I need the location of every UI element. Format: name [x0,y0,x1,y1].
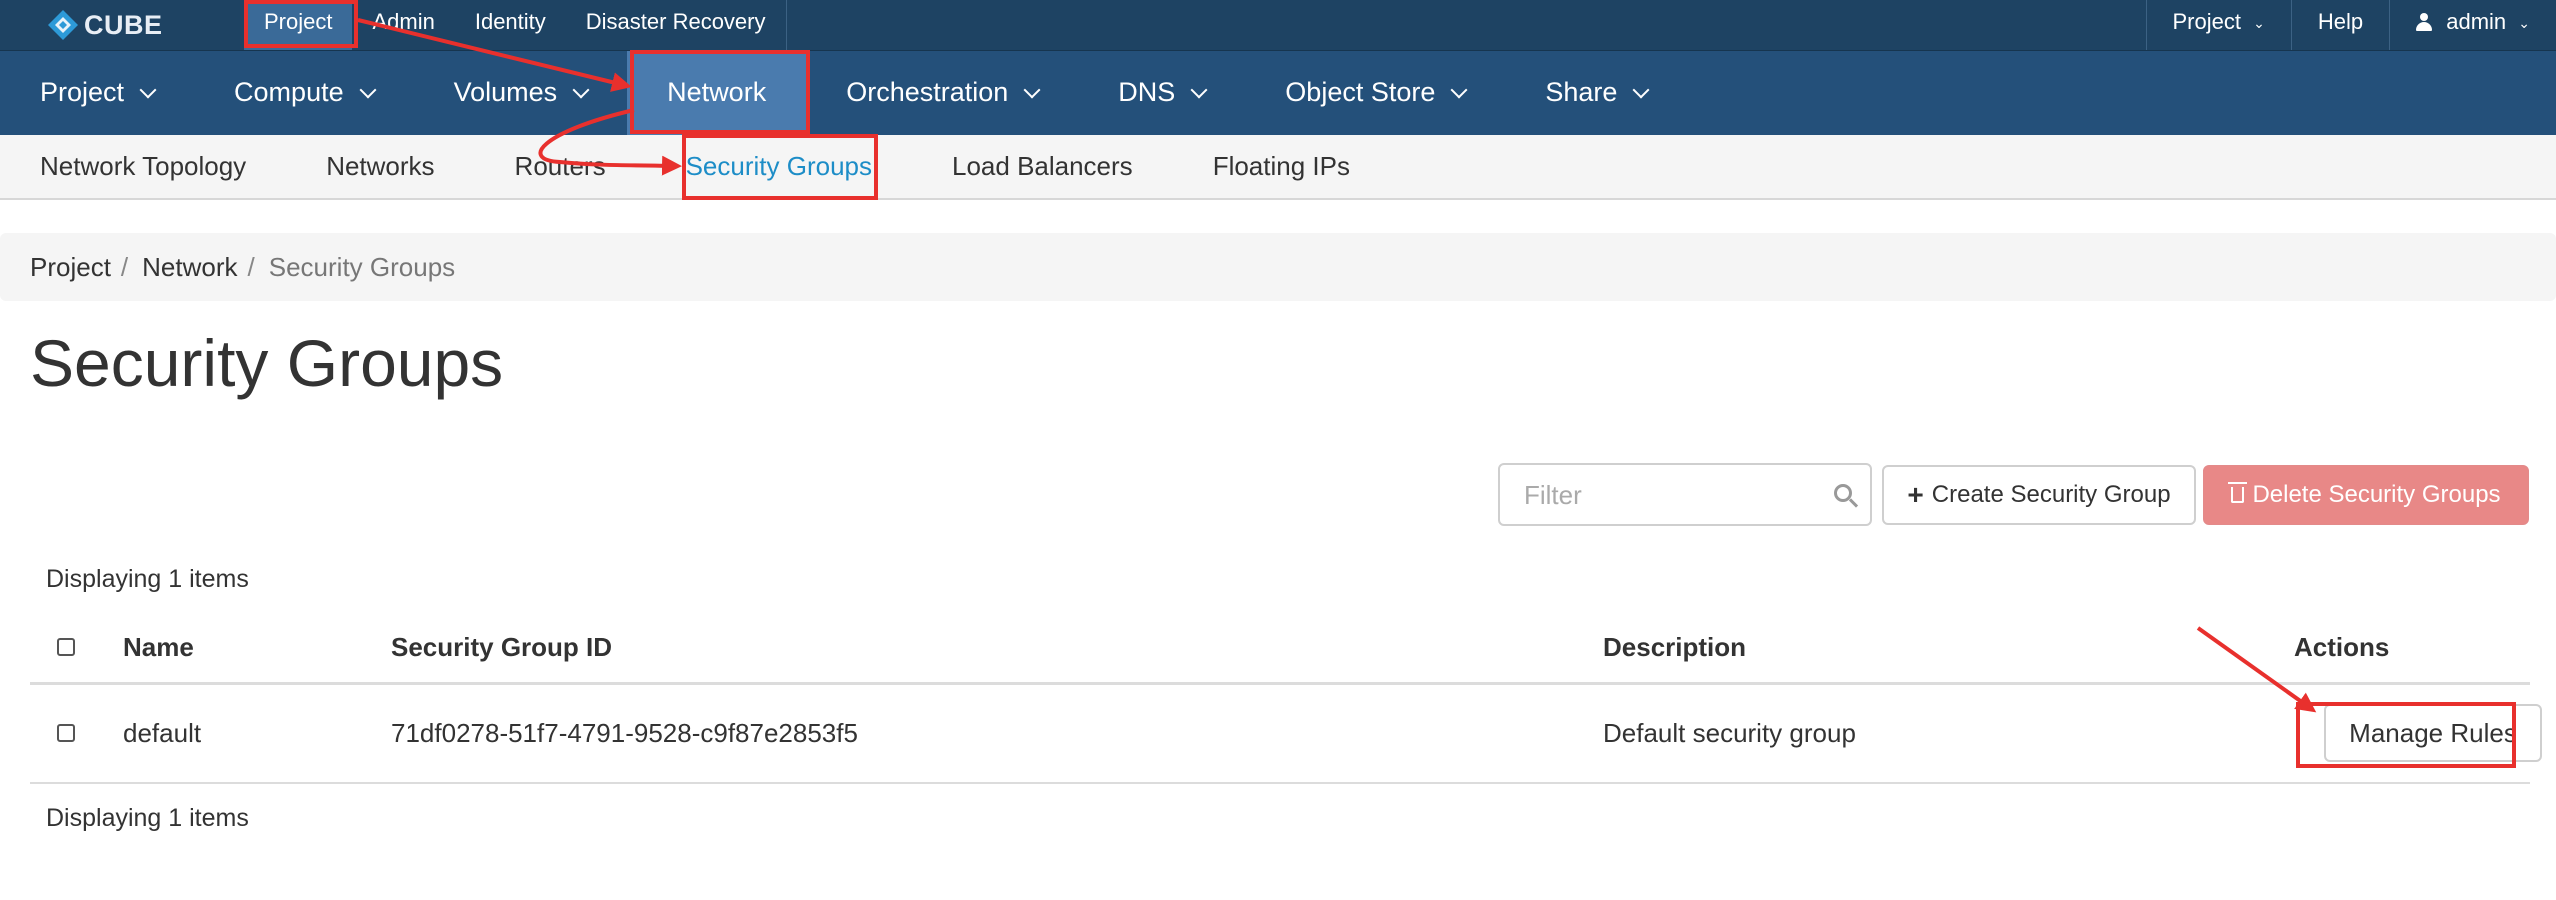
top-nav-admin[interactable]: Admin [352,0,454,50]
row-security-group-id: 71df0278-51f7-4791-9528-c9f87e2853f5 [391,717,858,748]
items-count-bottom: Displaying 1 items [46,804,249,832]
table-row: default 71df0278-51f7-4791-9528-c9f87e28… [30,684,2542,784]
tab-security-groups[interactable]: Security Groups [646,135,912,198]
create-security-group-button[interactable]: + Create Security Group [1882,465,2196,525]
help-link[interactable]: Help [2292,0,2389,50]
brand-name: CUBE [84,9,163,40]
page-title: Security Groups [30,326,504,400]
chevron-down-icon [1632,81,1650,99]
breadcrumb-project[interactable]: Project [30,252,111,283]
header-security-group-id[interactable]: Security Group ID [391,612,612,682]
tab-load-balancers[interactable]: Load Balancers [912,135,1173,198]
filter-box [1498,463,1872,526]
main-nav-label: Orchestration [846,77,1009,107]
header-actions: Actions [2294,631,2390,662]
row-description: Default security group [1603,717,1856,748]
top-nav-project[interactable]: Project [244,0,353,50]
main-nav-project[interactable]: Project [0,51,194,135]
main-nav-label: Share [1545,77,1618,107]
brand-logo[interactable]: CUBE [46,6,163,44]
top-nav-divider [785,0,787,50]
chevron-down-icon [1023,81,1041,99]
breadcrumb-current: Security Groups [268,251,456,282]
row-checkbox[interactable] [57,724,75,742]
top-left-nav: Project Admin Identity Disaster Recovery [244,0,787,50]
cube-logo-icon [46,8,80,42]
main-nav-label: Compute [234,77,344,107]
main-nav-label: Volumes [453,77,558,107]
top-right-nav: Project ⌄ Help admin ⌄ [2145,0,2556,50]
main-nav: Project Compute Volumes Network Orchestr… [0,51,2556,135]
user-name: admin [2446,9,2507,34]
header-name[interactable]: Name [123,612,194,682]
main-nav-network[interactable]: Network [627,51,807,135]
main-nav-share[interactable]: Share [1505,51,1687,135]
project-dropdown-label: Project [2172,9,2241,34]
breadcrumb-network[interactable]: Network [142,252,237,283]
chevron-down-icon [1190,81,1208,99]
main-nav-object-store[interactable]: Object Store [1245,51,1505,135]
top-nav-identity[interactable]: Identity [455,0,566,50]
main-nav-orchestration[interactable]: Orchestration [806,51,1078,135]
main-nav-volumes[interactable]: Volumes [414,51,628,135]
top-nav-disaster-recovery[interactable]: Disaster Recovery [566,0,786,50]
breadcrumb-separator: / [247,251,255,282]
plus-icon: + [1907,479,1924,510]
chevron-down-icon: ⌄ [2253,15,2265,32]
breadcrumb-separator: / [120,251,129,282]
user-icon [2416,13,2433,31]
create-security-group-label: Create Security Group [1931,481,2171,508]
manage-rules-button[interactable]: Manage Rules [2324,704,2542,762]
table-header: Name Security Group ID Description Actio… [30,612,2530,685]
main-nav-label: Object Store [1285,77,1436,107]
main-nav-dns[interactable]: DNS [1078,51,1245,135]
tab-networks[interactable]: Networks [286,135,474,198]
main-nav-label: Project [40,77,125,107]
delete-security-groups-button[interactable]: Delete Security Groups [2203,465,2529,525]
search-icon[interactable] [1834,484,1852,502]
select-all-checkbox[interactable] [57,638,75,656]
row-name[interactable]: default [123,684,201,782]
user-menu[interactable]: admin ⌄ [2390,0,2556,50]
filter-input[interactable] [1500,465,1826,526]
chevron-down-icon [1450,81,1468,99]
sub-nav: Network Topology Networks Routers Securi… [0,135,2556,200]
header-description[interactable]: Description [1603,612,1746,682]
chevron-down-icon [572,81,590,99]
trash-icon [2228,482,2248,503]
chevron-down-icon [359,81,377,99]
tab-routers[interactable]: Routers [475,135,646,198]
tab-floating-ips[interactable]: Floating IPs [1173,135,1390,198]
project-dropdown[interactable]: Project ⌄ [2147,0,2291,50]
main-nav-compute[interactable]: Compute [194,51,414,135]
top-bar: CUBE Project Admin Identity Disaster Rec… [0,0,2556,51]
chevron-down-icon [139,81,157,99]
main-nav-label: DNS [1118,77,1176,107]
items-count-top: Displaying 1 items [46,565,249,593]
main-nav-label: Network [667,77,767,107]
breadcrumb: Project / Network / Security Groups [0,233,2556,301]
tab-network-topology[interactable]: Network Topology [0,135,286,198]
delete-security-groups-label: Delete Security Groups [2252,481,2501,508]
chevron-down-icon: ⌄ [2518,15,2530,32]
